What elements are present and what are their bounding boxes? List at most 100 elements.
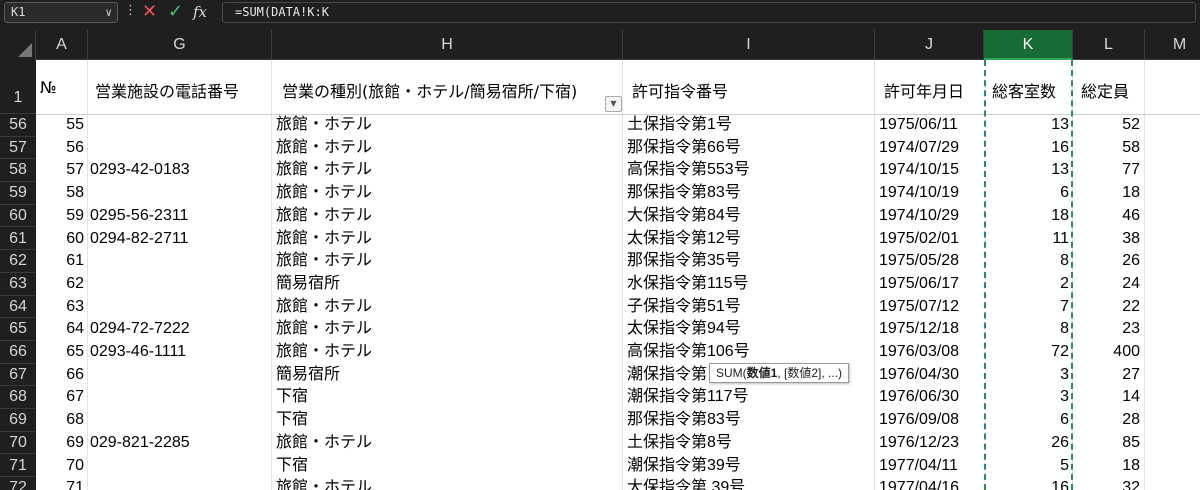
cell-type[interactable]: 旅館・ホテル — [276, 250, 620, 273]
cell-type[interactable]: 簡易宿所 — [276, 364, 620, 387]
row-header-61[interactable]: 61 — [0, 228, 36, 251]
cell-permit[interactable]: 潮保指令第117号 — [627, 386, 872, 409]
name-box[interactable]: K1 ∨ — [4, 2, 118, 23]
cell-date[interactable]: 1977/04/11 — [879, 455, 979, 478]
cell-capacity[interactable]: 400 — [1074, 341, 1140, 364]
cell-date[interactable]: 1975/06/11 — [879, 114, 979, 137]
cell-phone[interactable]: 0294-72-7222 — [90, 318, 270, 341]
cell-capacity[interactable]: 58 — [1074, 137, 1140, 160]
cell-no[interactable]: 64 — [36, 318, 84, 341]
cell-phone[interactable] — [90, 296, 270, 319]
cell-type[interactable]: 旅館・ホテル — [276, 296, 620, 319]
cell-permit[interactable]: 子保指令第51号 — [627, 296, 872, 319]
cell-capacity[interactable]: 52 — [1074, 114, 1140, 137]
row-header-56[interactable]: 56 — [0, 114, 36, 137]
cell-no[interactable]: 70 — [36, 455, 84, 478]
header-capacity[interactable]: 総定員 — [1081, 78, 1143, 102]
row-header-69[interactable]: 69 — [0, 409, 36, 432]
enter-check-icon[interactable]: ✓ — [168, 1, 183, 23]
cell-permit[interactable]: 土保指令第8号 — [627, 432, 872, 455]
cell-phone[interactable] — [90, 182, 270, 205]
cell-date[interactable]: 1977/04/16 — [879, 477, 979, 490]
cell-capacity[interactable]: 14 — [1074, 386, 1140, 409]
cell-type[interactable]: 旅館・ホテル — [276, 182, 620, 205]
cell-type[interactable]: 旅館・ホテル — [276, 205, 620, 228]
cell-date[interactable]: 1974/07/29 — [879, 137, 979, 160]
cell-permit[interactable]: 土保指令第1号 — [627, 114, 872, 137]
cell-type[interactable]: 旅館・ホテル — [276, 341, 620, 364]
row-header-58[interactable]: 58 — [0, 159, 36, 183]
cell-no[interactable]: 61 — [36, 250, 84, 273]
row-header-64[interactable]: 64 — [0, 296, 36, 319]
cell-type[interactable]: 下宿 — [276, 386, 620, 409]
cell-capacity[interactable]: 22 — [1074, 296, 1140, 319]
row-header-70[interactable]: 70 — [0, 432, 36, 455]
cell-no[interactable]: 63 — [36, 296, 84, 319]
row-header-59[interactable]: 59 — [0, 182, 36, 205]
cell-date[interactable]: 1976/09/08 — [879, 409, 979, 432]
cell-phone[interactable] — [90, 386, 270, 409]
column-header-a[interactable]: A — [36, 30, 88, 60]
row-header-63[interactable]: 63 — [0, 273, 36, 296]
cell-phone[interactable] — [90, 114, 270, 137]
cell-permit[interactable]: 高保指令第553号 — [627, 159, 872, 182]
cell-date[interactable]: 1975/06/17 — [879, 273, 979, 296]
cell-no[interactable]: 65 — [36, 341, 84, 364]
row-header-57[interactable]: 57 — [0, 137, 36, 160]
cell-capacity[interactable]: 32 — [1074, 477, 1140, 490]
insert-function-icon[interactable]: fx — [193, 2, 207, 22]
cell-phone[interactable] — [90, 409, 270, 432]
cell-phone[interactable] — [90, 250, 270, 273]
cell-type[interactable]: 旅館・ホテル — [276, 159, 620, 182]
cell-permit[interactable]: 那保指令第83号 — [627, 409, 872, 432]
cell-permit[interactable]: 大保指令第84号 — [627, 205, 872, 228]
cell-type[interactable]: 簡易宿所 — [276, 273, 620, 296]
row-header-1[interactable]: 1 — [0, 60, 36, 114]
column-header-j[interactable]: J — [875, 30, 984, 60]
cell-phone[interactable] — [90, 455, 270, 478]
column-header-m[interactable]: M — [1145, 30, 1200, 60]
row-header-67[interactable]: 67 — [0, 364, 36, 387]
header-phone[interactable]: 営業施設の電話番号 — [95, 78, 271, 102]
cell-permit[interactable]: 那保指令第66号 — [627, 137, 872, 160]
formula-input[interactable]: =SUM(DATA!K:K — [222, 2, 1196, 23]
cell-type[interactable]: 旅館・ホテル — [276, 432, 620, 455]
cell-phone[interactable]: 029-821-2285 — [90, 432, 270, 455]
select-all-corner[interactable] — [0, 30, 36, 60]
cell-no[interactable]: 66 — [36, 364, 84, 387]
cell-date[interactable]: 1976/06/30 — [879, 386, 979, 409]
cell-permit[interactable]: 那保指令第35号 — [627, 250, 872, 273]
cell-no[interactable]: 56 — [36, 137, 84, 160]
header-date[interactable]: 許可年月日 — [884, 78, 982, 102]
row-header-60[interactable]: 60 — [0, 205, 36, 228]
spreadsheet-grid[interactable]: A G H I J K L M 56 57 58 59 60 61 62 63 64 65 66 67… — [0, 30, 1200, 490]
cell-capacity[interactable]: 85 — [1074, 432, 1140, 455]
cell-capacity[interactable]: 26 — [1074, 250, 1140, 273]
cell-no[interactable]: 67 — [36, 386, 84, 409]
header-type[interactable]: 営業の種別(旅館・ホテル/簡易宿所/下宿) — [282, 78, 607, 102]
cell-type[interactable]: 旅館・ホテル — [276, 228, 620, 251]
cell-date[interactable]: 1976/03/08 — [879, 341, 979, 364]
cell-date[interactable]: 1974/10/15 — [879, 159, 979, 182]
filter-dropdown-icon[interactable]: ▼ — [605, 96, 622, 112]
cell-date[interactable]: 1975/07/12 — [879, 296, 979, 319]
tooltip-arg-current[interactable]: 数値1 — [747, 366, 778, 380]
cell-capacity[interactable]: 46 — [1074, 205, 1140, 228]
cell-no[interactable]: 68 — [36, 409, 84, 432]
cell-no[interactable]: 55 — [36, 114, 84, 137]
chevron-down-icon[interactable]: ∨ — [105, 3, 112, 22]
cancel-icon[interactable]: ✕ — [142, 1, 157, 23]
header-no[interactable]: № — [40, 78, 86, 97]
cell-phone[interactable]: 0295-56-2311 — [90, 205, 270, 228]
cell-permit[interactable]: 太保指令第94号 — [627, 318, 872, 341]
column-header-l[interactable]: L — [1073, 30, 1145, 60]
cell-type[interactable]: 旅館・ホテル — [276, 477, 620, 490]
cell-date[interactable]: 1975/02/01 — [879, 228, 979, 251]
row-header-62[interactable]: 62 — [0, 250, 36, 273]
cell-no[interactable]: 62 — [36, 273, 84, 296]
cell-phone[interactable] — [90, 364, 270, 387]
cell-permit[interactable]: 高保指令第106号 — [627, 341, 872, 364]
cell-type[interactable]: 下宿 — [276, 455, 620, 478]
cell-date[interactable]: 1974/10/19 — [879, 182, 979, 205]
cell-capacity[interactable]: 18 — [1074, 182, 1140, 205]
